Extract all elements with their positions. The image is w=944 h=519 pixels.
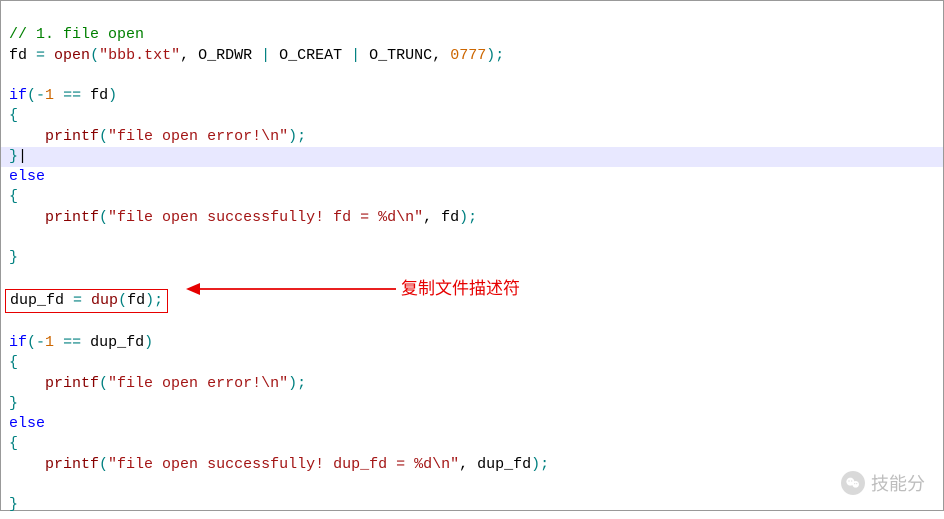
wechat-icon [841,471,865,495]
code-editor: // 1. file open fd = open("bbb.txt", O_R… [1,1,943,519]
code-line: printf("file open error!\n"); [9,128,306,145]
brace-close: } [9,249,18,266]
code-line: fd = open("bbb.txt", O_RDWR | O_CREAT | … [9,47,504,64]
code-line: printf("file open error!\n"); [9,375,306,392]
highlighted-line: }| [1,147,943,167]
keyword-else: else [9,168,45,185]
code-comment: // 1. file open [9,26,144,43]
keyword-else: else [9,415,45,432]
watermark-text: 技能分 [871,470,925,496]
brace-close: } [9,395,18,412]
code-line: printf("file open successfully! dup_fd =… [9,456,549,473]
brace-open: { [9,107,18,124]
brace-open: { [9,354,18,371]
code-line: printf("file open successfully! fd = %d\… [9,209,477,226]
code-line: if(-1 == dup_fd) [9,334,153,351]
brace-close: } [9,496,18,513]
brace-open: { [9,188,18,205]
code-line: if(-1 == fd) [9,87,117,104]
brace-open: { [9,435,18,452]
watermark: 技能分 [841,470,925,496]
highlighted-box: dup_fd = dup(fd); [5,289,168,313]
